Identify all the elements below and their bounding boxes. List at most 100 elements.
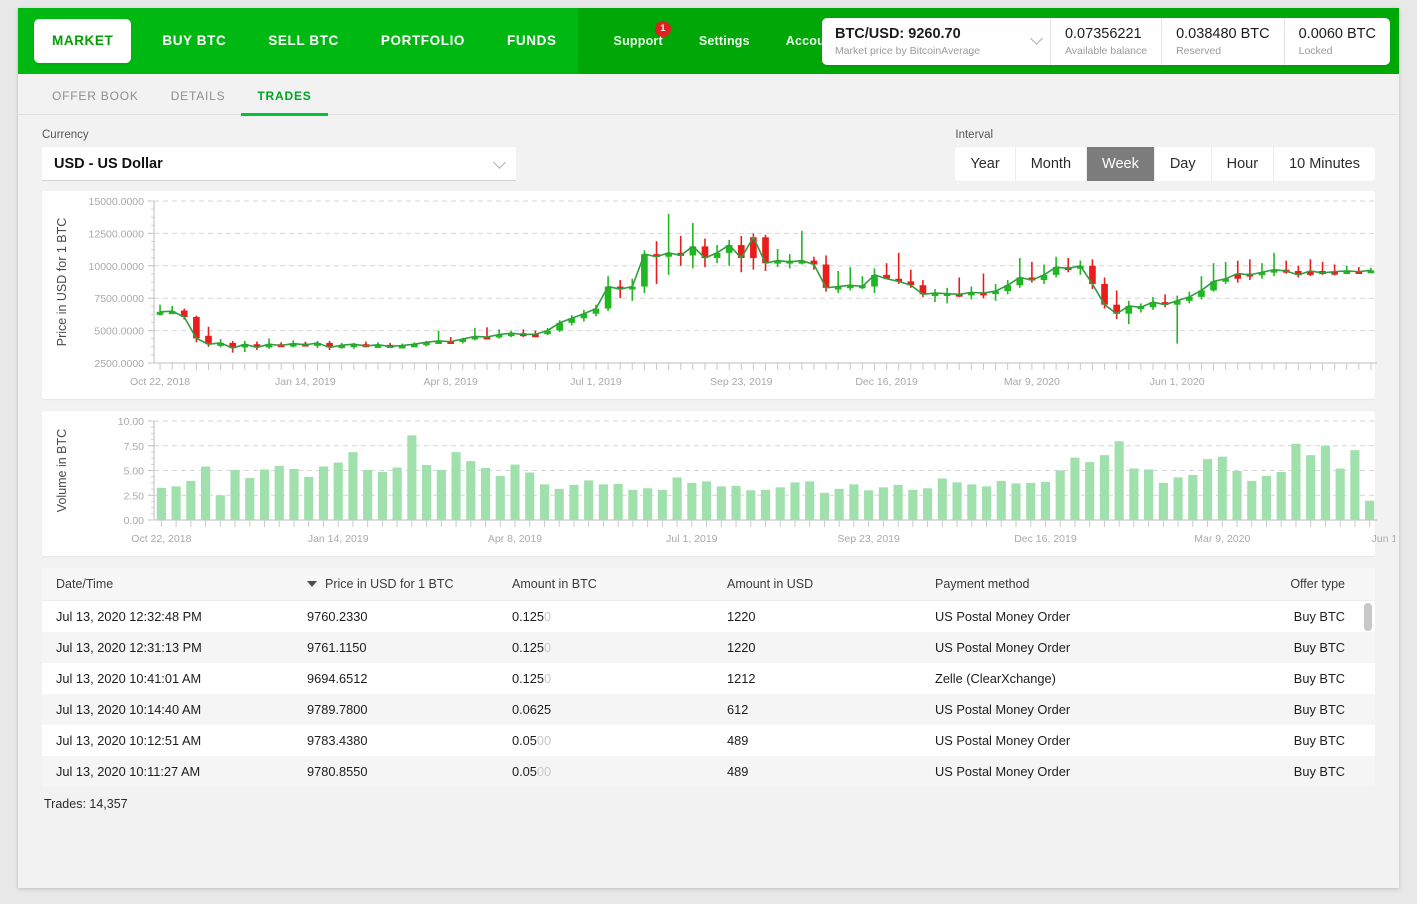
cell-datetime: Jul 13, 2020 10:14:40 AM [56,702,202,717]
column-header-amount-btc[interactable]: Amount in BTC [512,568,727,601]
cell-payment-method: US Postal Money Order [935,609,1071,624]
market-price-selector[interactable]: BTC/USD: 9260.70 Market price by Bitcoin… [822,18,1050,65]
market-price-label: Market price by BitcoinAverage [834,45,981,57]
main-navbar: MARKET BUY BTC SELL BTC PORTFOLIO FUNDS … [18,8,1399,74]
table-scrollbar[interactable] [1364,599,1372,785]
cell-amount-btc: 0.1250 [512,640,552,655]
sort-descending-icon [307,581,317,587]
chevron-down-icon[interactable] [493,156,506,169]
cell-datetime: Jul 13, 2020 12:31:13 PM [56,640,202,655]
cell-amount-usd: 1220 [727,640,756,655]
nav-label: PORTFOLIO [380,33,466,48]
nav-label: BUY BTC [162,33,227,48]
svg-text:10.00: 10.00 [118,416,144,428]
currency-select[interactable]: USD - US Dollar [42,147,516,181]
price-candlestick-chart[interactable]: 2500.0000 5000.0000 7500.0000 10000.0000 125… [42,191,1395,399]
svg-text:Jun 1, 2020: Jun 1, 2020 [1150,376,1205,388]
svg-text:Jul 1, 2019: Jul 1, 2019 [570,376,622,388]
nav-item-support[interactable]: Support 1 [596,8,681,74]
currency-value: USD - US Dollar [54,155,163,172]
locked-balance-value: 0.0060 BTC [1298,26,1376,42]
cell-amount-btc: 0.0500 [512,764,552,779]
interval-week[interactable]: Week [1087,147,1155,181]
tab-trades[interactable]: TRADES [241,74,328,116]
trades-table-card: Date/Time Price in USD for 1 BTC Amount … [42,568,1375,787]
cell-amount-btc: 0.0500 [512,733,552,748]
svg-text:Apr 8, 2019: Apr 8, 2019 [424,376,478,388]
trades-table-body: Jul 13, 2020 12:32:48 PM 9760.2330 0.1250 1… [42,601,1375,787]
cell-datetime: Jul 13, 2020 10:12:51 AM [56,733,202,748]
svg-text:7.50: 7.50 [124,441,145,453]
volume-bar-chart[interactable]: 0.00 2.50 5.00 7.50 10.00 Volume in BTC Oct 22… [42,411,1399,556]
tab-details[interactable]: DETAILS [155,74,242,115]
interval-year[interactable]: Year [955,147,1016,181]
table-row[interactable]: Jul 13, 2020 10:11:27 AM 9780.8550 0.0500 4… [42,756,1375,787]
table-scrollbar-thumb[interactable] [1364,603,1372,631]
available-balance-value: 0.07356221 [1064,26,1142,42]
interval-10-minutes[interactable]: 10 Minutes [1274,147,1375,181]
svg-text:Oct 22, 2018: Oct 22, 2018 [130,376,190,388]
tab-label: DETAILS [170,88,226,103]
interval-day[interactable]: Day [1154,147,1212,181]
svg-text:5.00: 5.00 [124,466,145,478]
interval-hour[interactable]: Hour [1211,147,1275,181]
column-header-payment-method[interactable]: Payment method [935,568,1235,601]
svg-text:15000.0000: 15000.0000 [89,196,145,208]
page-content: Currency USD - US Dollar Interval Year M… [18,115,1399,811]
cell-amount-usd: 489 [727,764,749,779]
header-label: Offer type [1290,577,1345,591]
cell-price: 9783.4380 [307,733,368,748]
nav-item-market[interactable]: MARKET [34,19,132,63]
table-row[interactable]: Jul 13, 2020 12:31:13 PM 9761.1150 0.1250 1… [42,632,1375,663]
svg-text:Mar 9, 2020: Mar 9, 2020 [1004,376,1060,388]
table-row[interactable]: Jul 13, 2020 10:14:40 AM 9789.7800 0.0625 6… [42,694,1375,725]
nav-item-settings[interactable]: Settings [681,8,768,74]
cell-datetime: Jul 13, 2020 10:11:27 AM [56,764,201,779]
header-label: Date/Time [56,577,114,591]
svg-text:Jan 14, 2019: Jan 14, 2019 [308,533,369,545]
available-balance-label: Available balance [1064,45,1148,57]
header-label: Price in USD for 1 BTC [325,577,454,591]
cell-payment-method: US Postal Money Order [935,640,1071,655]
cell-amount-btc: 0.1250 [512,671,552,686]
column-header-offer-type[interactable]: Offer type [1235,568,1375,601]
table-row[interactable]: Jul 13, 2020 10:12:51 AM 9783.4380 0.0500 4… [42,725,1375,756]
cell-price: 9761.1150 [307,640,367,655]
svg-text:5000.0000: 5000.0000 [94,326,144,338]
nav-item-portfolio[interactable]: PORTFOLIO [360,8,486,74]
cell-offer-type: Buy BTC [1293,609,1345,624]
column-header-datetime[interactable]: Date/Time [42,568,307,601]
cell-amount-btc: 0.1250 [512,609,552,624]
column-header-amount-usd[interactable]: Amount in USD [727,568,935,601]
nav-item-sell-btc[interactable]: SELL BTC [247,8,360,74]
svg-text:Dec 16, 2019: Dec 16, 2019 [855,376,918,388]
svg-text:2.50: 2.50 [124,490,145,502]
trades-table: Date/Time Price in USD for 1 BTC Amount … [42,568,1375,787]
cell-amount-usd: 612 [727,702,749,717]
cell-price: 9780.8550 [307,764,368,779]
cell-price: 9760.2330 [307,609,368,624]
table-row[interactable]: Jul 13, 2020 12:32:48 PM 9760.2330 0.1250 1… [42,601,1375,633]
tab-label: OFFER BOOK [52,88,139,103]
svg-text:Sep 23, 2019: Sep 23, 2019 [837,533,900,545]
controls-row: Currency USD - US Dollar Interval Year M… [28,115,1389,191]
volume-chart-card: 0.00 2.50 5.00 7.50 10.00 Volume in BTC Oct 22… [42,411,1399,556]
cell-price: 9789.7800 [307,702,368,717]
currency-label: Currency [42,129,89,141]
reserved-balance-value: 0.038480 BTC [1176,26,1270,42]
nav-label: MARKET [52,33,114,48]
cell-offer-type: Buy BTC [1293,702,1345,717]
table-row[interactable]: Jul 13, 2020 10:41:01 AM 9694.6512 0.1250 1… [42,663,1375,694]
available-balance-cell: 0.07356221 Available balance [1049,18,1161,65]
cell-offer-type: Buy BTC [1293,733,1345,748]
nav-item-funds[interactable]: FUNDS [486,8,578,74]
cell-price: 9694.6512 [307,671,368,686]
column-header-price[interactable]: Price in USD for 1 BTC [307,568,512,601]
cell-payment-method: US Postal Money Order [935,702,1071,717]
nav-item-buy-btc[interactable]: BUY BTC [141,8,247,74]
cell-offer-type: Buy BTC [1293,640,1345,655]
reserved-balance-label: Reserved [1176,45,1222,57]
interval-month[interactable]: Month [1015,147,1088,181]
tab-offer-book[interactable]: OFFER BOOK [36,74,155,115]
svg-text:Jan 14, 2019: Jan 14, 2019 [275,376,336,388]
